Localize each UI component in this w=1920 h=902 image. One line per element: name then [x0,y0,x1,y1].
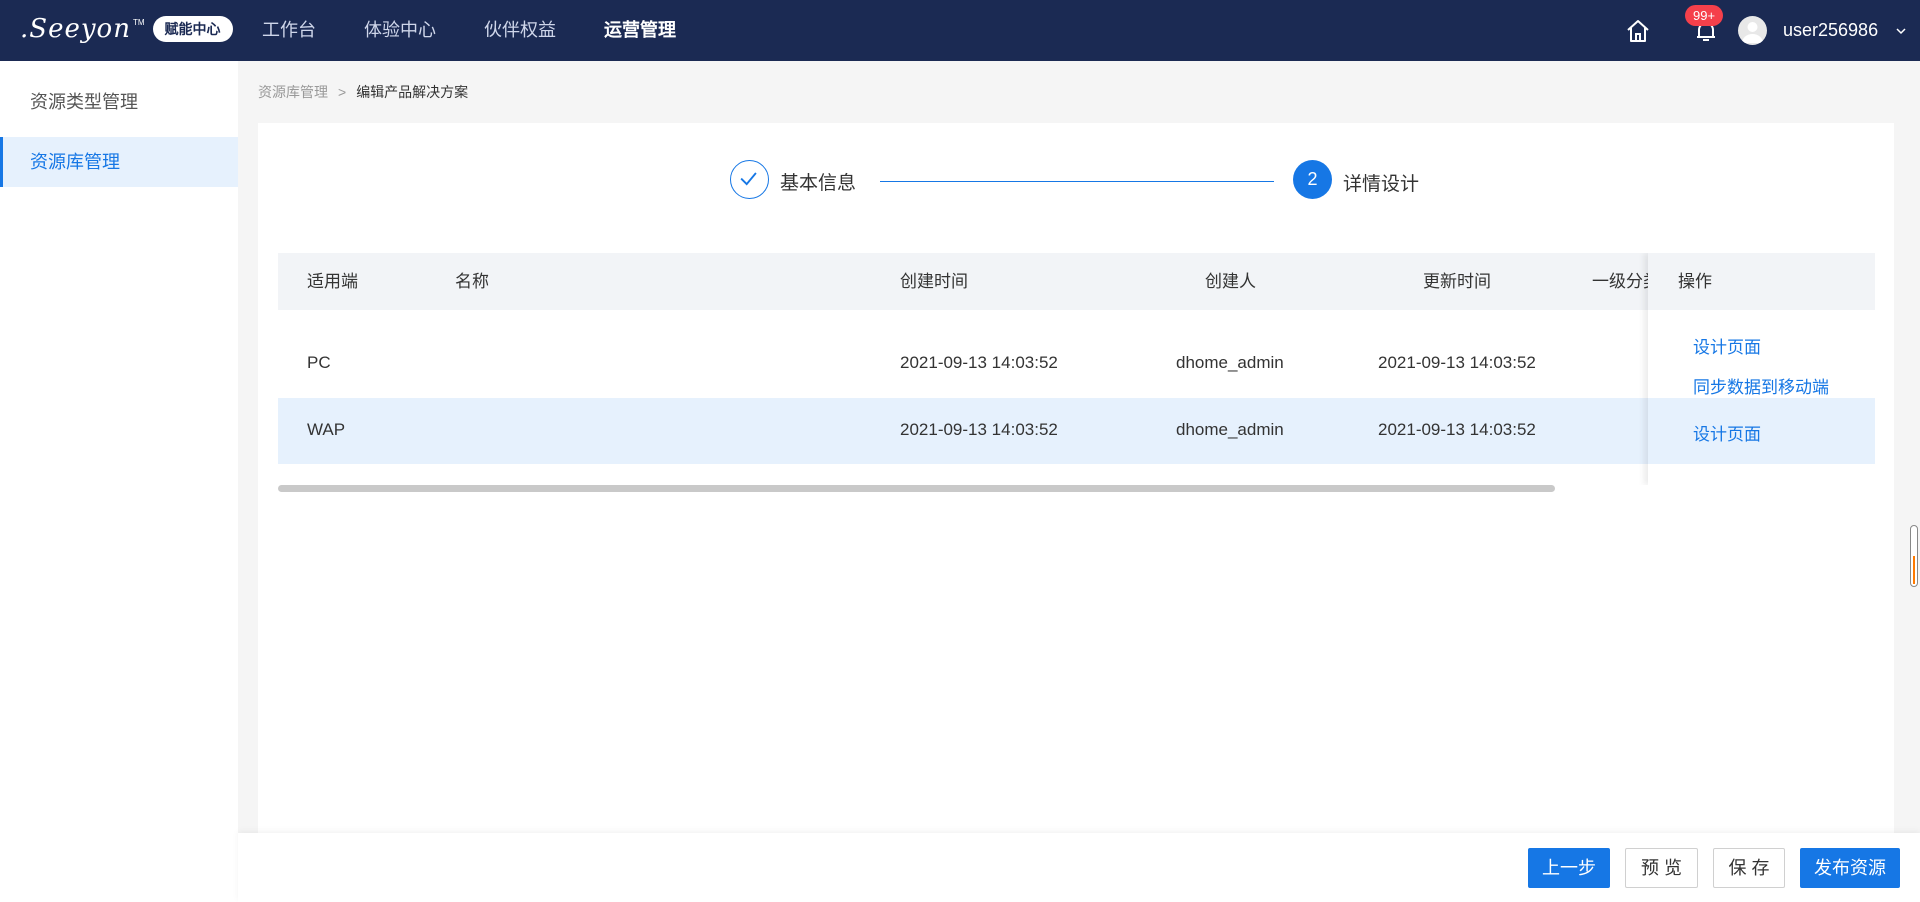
notification-badge: 99+ [1685,5,1724,26]
prev-step-button[interactable]: 上一步 [1528,848,1610,888]
home-icon[interactable] [1625,18,1651,44]
sidebar-item-resource-library[interactable]: 资源库管理 [0,137,238,187]
nav-item-partner-benefits[interactable]: 伙伴权益 [484,0,556,61]
preview-button[interactable]: 预 览 [1625,848,1698,888]
nav-item-experience-center[interactable]: 体验中心 [364,0,436,61]
nav-item-operations[interactable]: 运营管理 [604,0,676,61]
cell-platform: PC [307,353,331,372]
breadcrumb-separator: > [338,84,347,100]
check-icon [740,172,757,186]
header-created-time: 创建时间 [900,272,968,291]
header-updated-time: 更新时间 [1423,272,1491,291]
table-row: WAP 2021-09-13 14:03:52 dhome_admin 2021… [278,398,1875,464]
actions-column: 操作 设计页面 同步数据到移动端 设计页面 [1648,253,1875,485]
breadcrumb-current: 编辑产品解决方案 [356,84,469,100]
sidebar-item-resource-types[interactable]: 资源类型管理 [0,77,238,127]
table-row: PC 2021-09-13 14:03:52 dhome_admin 2021-… [278,310,1875,398]
main-nav: 工作台 体验中心 伙伴权益 运营管理 [262,0,724,61]
sync-to-mobile-link[interactable]: 同步数据到移动端 [1693,373,1829,398]
avatar[interactable] [1738,16,1767,45]
step-connector [880,181,1274,182]
brand-logo[interactable]: .Seeyon TM 赋能中心 [20,14,233,44]
cell-creator: dhome_admin [1176,353,1284,372]
nav-item-workbench[interactable]: 工作台 [262,0,316,61]
cell-updated-time: 2021-09-13 14:03:52 [1378,420,1536,439]
publish-button[interactable]: 发布资源 [1800,848,1900,888]
cell-platform: WAP [307,420,346,439]
step-2-label: 详情设计 [1343,174,1420,195]
cell-updated-time: 2021-09-13 14:03:52 [1378,353,1536,372]
logo-text: .Seeyon [20,14,131,44]
save-button[interactable]: 保 存 [1713,848,1785,888]
table-header: 适用端 名称 创建时间 创建人 更新时间 一级分类 [278,253,1875,310]
resource-table: 适用端 名称 创建时间 创建人 更新时间 一级分类 PC 2021-09-13 … [278,253,1875,485]
sidebar: 资源类型管理 资源库管理 [0,61,238,902]
top-navbar: .Seeyon TM 赋能中心 工作台 体验中心 伙伴权益 运营管理 99+ u… [0,0,1920,61]
header-actions: 操作 [1678,272,1712,291]
cell-created-time: 2021-09-13 14:03:52 [900,420,1058,439]
logo-badge: 赋能中心 [152,16,233,42]
chevron-down-icon[interactable] [1894,24,1908,38]
design-page-link[interactable]: 设计页面 [1693,333,1761,358]
cell-creator: dhome_admin [1176,420,1284,439]
breadcrumb: 资源库管理 > 编辑产品解决方案 [258,82,468,102]
actions-header-cell: 操作 [1648,253,1875,310]
horizontal-scrollbar[interactable] [278,485,1555,492]
user-avatar-icon [1742,22,1763,43]
step-1-indicator [730,160,769,199]
vertical-scrollbar[interactable] [1910,525,1918,587]
step-2-indicator: 2 [1293,160,1332,199]
cell-created-time: 2021-09-13 14:03:52 [900,353,1058,372]
step-1-label: 基本信息 [780,173,857,194]
breadcrumb-parent[interactable]: 资源库管理 [258,84,328,100]
logo-trademark: TM [132,17,145,27]
scrollbar-thumb[interactable] [1913,556,1915,584]
header-creator: 创建人 [1205,272,1256,291]
actions-cell: 设计页面 同步数据到移动端 [1648,310,1875,398]
header-platform: 适用端 [307,272,358,291]
design-page-link[interactable]: 设计页面 [1693,420,1761,445]
header-name: 名称 [455,272,489,291]
actions-cell: 设计页面 [1648,398,1875,464]
username[interactable]: user256986 [1783,20,1878,41]
